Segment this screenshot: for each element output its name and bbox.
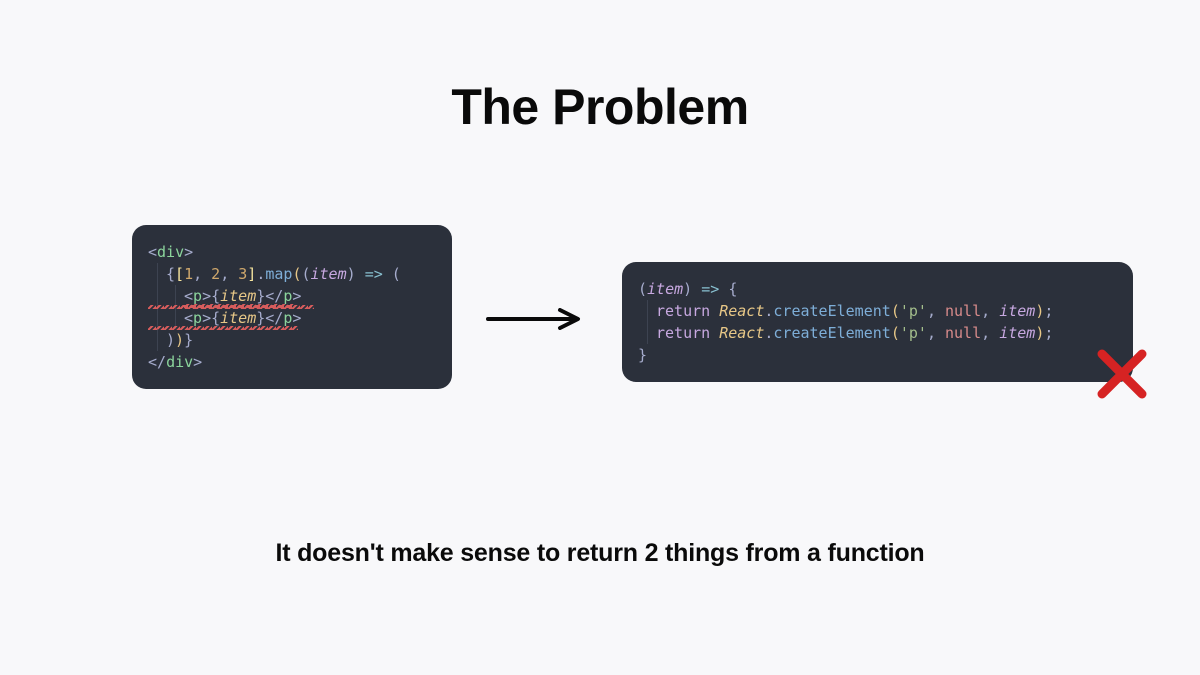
token: > [193, 353, 202, 371]
token: { [728, 280, 737, 298]
token: < [184, 287, 193, 305]
token: } [638, 346, 647, 364]
code-line: ))} [148, 329, 432, 351]
token: , [981, 302, 999, 320]
token: ) [1035, 324, 1044, 342]
token: < [184, 309, 193, 327]
token: > [184, 243, 193, 261]
token: ( [392, 265, 401, 283]
slide-caption: It doesn't make sense to return 2 things… [0, 539, 1200, 568]
token: </ [265, 309, 283, 327]
token: React [719, 302, 764, 320]
token: div [157, 243, 184, 261]
token: ) [347, 265, 356, 283]
token: item [220, 309, 256, 327]
token: item [220, 287, 256, 305]
token: item [647, 280, 683, 298]
token: } [256, 309, 265, 327]
token: item [999, 324, 1035, 342]
code-line: } [638, 344, 1113, 366]
token: ) [166, 331, 175, 349]
code-block-jsx: <div> {[1, 2, 3].map((item) => ( <p>{ite… [132, 225, 452, 389]
token [356, 265, 365, 283]
token: [ [175, 265, 184, 283]
token: createElement [773, 324, 890, 342]
token: return [656, 302, 710, 320]
token: </ [265, 287, 283, 305]
token: ) [1035, 302, 1044, 320]
token: => [701, 280, 719, 298]
token: , [927, 302, 945, 320]
arrow-right-icon [486, 308, 586, 330]
token: 2 [211, 265, 220, 283]
token [719, 280, 728, 298]
token: </ [148, 353, 166, 371]
token: ] [247, 265, 256, 283]
code-line: return React.createElement('p', null, it… [638, 300, 1113, 322]
token: map [265, 265, 292, 283]
token: ( [638, 280, 647, 298]
token: ; [1044, 324, 1053, 342]
token: , [193, 265, 211, 283]
token: p [193, 287, 202, 305]
code-line: <p>{item}</p> [148, 285, 432, 307]
token: , [981, 324, 999, 342]
token: { [166, 265, 175, 283]
code-line: <p>{item}</p> [148, 307, 432, 329]
token: 'p' [900, 302, 927, 320]
token: null [945, 324, 981, 342]
token: => [365, 265, 383, 283]
token: } [256, 287, 265, 305]
token: ) [175, 331, 184, 349]
token: , [927, 324, 945, 342]
code-line: (item) => { [638, 278, 1113, 300]
token: ( [301, 265, 310, 283]
token: div [166, 353, 193, 371]
token: p [193, 309, 202, 327]
token [710, 324, 719, 342]
slide-title: The Problem [0, 78, 1200, 136]
error-x-icon [1094, 346, 1150, 402]
code-line: return React.createElement('p', null, it… [638, 322, 1113, 344]
token: null [945, 302, 981, 320]
token [383, 265, 392, 283]
token: > [292, 287, 301, 305]
token: React [719, 324, 764, 342]
token: > [292, 309, 301, 327]
token: return [656, 324, 710, 342]
token: item [999, 302, 1035, 320]
token: { [211, 309, 220, 327]
token: } [184, 331, 193, 349]
token: item [311, 265, 347, 283]
token: createElement [773, 302, 890, 320]
token [692, 280, 701, 298]
token: . [256, 265, 265, 283]
token: 1 [184, 265, 193, 283]
code-line: {[1, 2, 3].map((item) => ( [148, 263, 432, 285]
code-block-compiled: (item) => { return React.createElement('… [622, 262, 1133, 382]
token: 3 [238, 265, 247, 283]
token: ( [891, 324, 900, 342]
token: 'p' [900, 324, 927, 342]
token [710, 302, 719, 320]
token: ) [683, 280, 692, 298]
token: < [148, 243, 157, 261]
token: ; [1044, 302, 1053, 320]
token: , [220, 265, 238, 283]
token: ( [891, 302, 900, 320]
token: > [202, 287, 211, 305]
code-line: </div> [148, 351, 432, 373]
token: > [202, 309, 211, 327]
token: { [211, 287, 220, 305]
code-line: <div> [148, 241, 432, 263]
